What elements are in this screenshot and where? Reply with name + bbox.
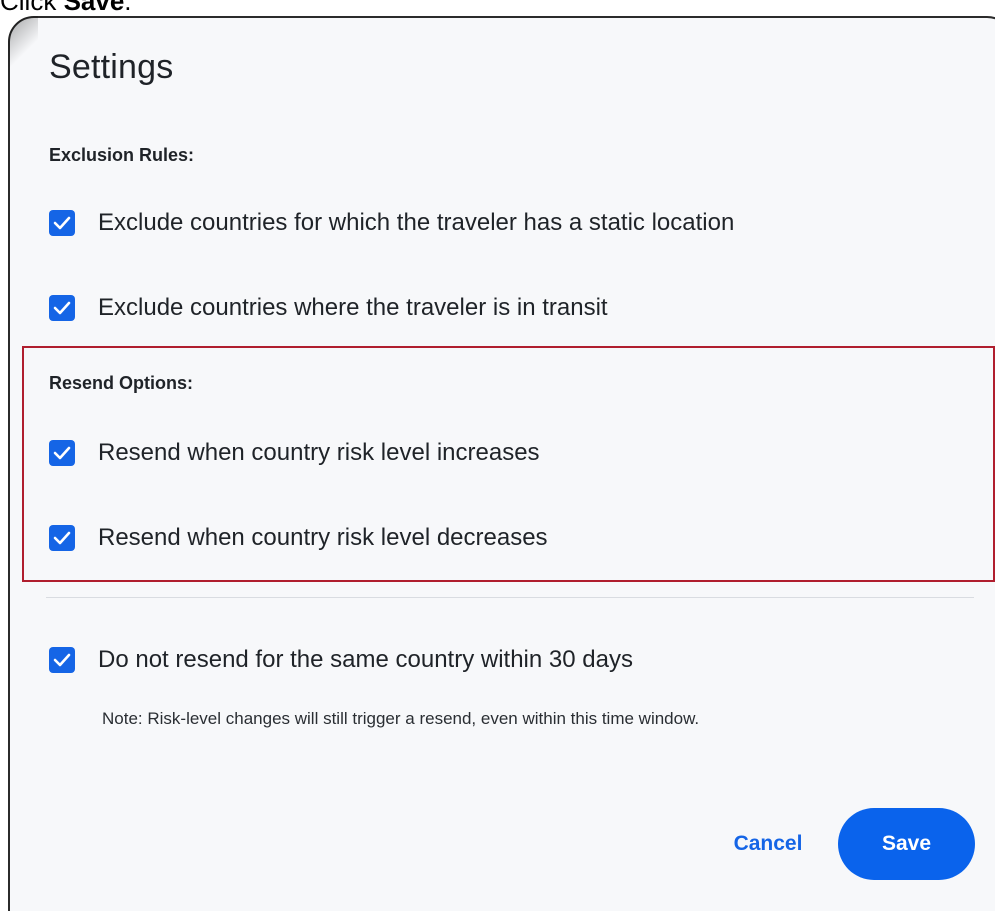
no-resend-checkbox[interactable] [49,647,75,673]
resend-increase-row[interactable]: Resend when country risk level increases [49,439,540,467]
instruction-suffix: . [124,0,132,16]
resend-decrease-row[interactable]: Resend when country risk level decreases [49,524,548,552]
instruction-prefix: Click [0,0,64,16]
checkmark-icon [53,653,71,667]
checkmark-icon [53,531,71,545]
resend-note: Note: Risk-level changes will still trig… [102,709,700,728]
resend-increase-checkbox[interactable] [49,440,75,466]
instruction-target: Save [63,0,125,16]
exclusion-rules-label: Exclusion Rules: [49,145,195,165]
checkmark-icon [53,446,71,460]
no-resend-label: Do not resend for the same country withi… [98,646,633,673]
cancel-button[interactable]: Cancel [713,819,823,869]
save-button[interactable]: Save [838,808,975,880]
resend-options-label: Resend Options: [49,373,194,393]
checkmark-icon [53,216,71,230]
resend-decrease-label: Resend when country risk level decreases [98,524,548,551]
section-divider [46,597,974,598]
page: Click Save. Settings Exclusion Rules: Ex… [0,0,995,911]
exclude-transit-label: Exclude countries where the traveler is … [98,294,608,321]
checkmark-icon [53,301,71,315]
exclude-static-location-checkbox[interactable] [49,210,75,236]
dialog-title: Settings [49,48,174,86]
exclude-transit-row[interactable]: Exclude countries where the traveler is … [49,294,608,322]
no-resend-row[interactable]: Do not resend for the same country withi… [49,646,633,674]
instruction-text: Click Save. [0,0,132,17]
exclude-static-location-label: Exclude countries for which the traveler… [98,209,735,236]
resend-decrease-checkbox[interactable] [49,525,75,551]
exclude-static-location-row[interactable]: Exclude countries for which the traveler… [49,209,734,237]
exclude-transit-checkbox[interactable] [49,295,75,321]
resend-increase-label: Resend when country risk level increases [98,439,540,466]
